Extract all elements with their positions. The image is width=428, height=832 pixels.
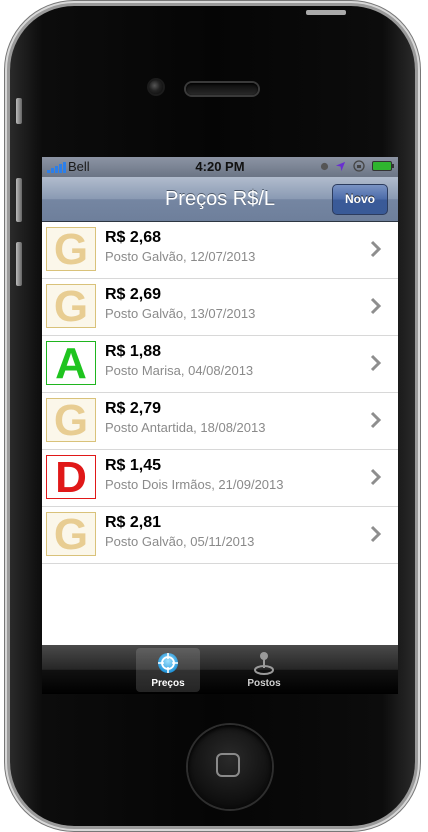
price-value: R$ 2,68 [105,229,162,246]
chevron-right-icon [370,525,382,543]
tab-label: Postos [247,678,281,689]
joystick-pin-icon [254,652,274,675]
location-arrow-icon [335,161,346,171]
orientation-lock-icon [353,160,365,172]
station-date: Posto Antartida, 18/08/2013 [105,420,266,435]
price-value: R$ 2,69 [105,286,162,303]
status-bar: Bell 4:20 PM [42,157,398,177]
battery-icon [372,161,394,171]
earpiece-speaker [186,83,258,95]
new-button[interactable]: Novo [332,184,388,215]
chevron-right-icon [370,411,382,429]
grade-badge: G [46,227,96,272]
chevron-right-icon [370,240,382,258]
price-value: R$ 1,88 [105,343,162,360]
mute-switch [16,98,22,124]
app-screen: Bell 4:20 PM Preços R$/L Novo G R$ 2,68 … [42,157,398,694]
grade-badge: G [46,284,96,329]
home-square-icon [216,753,240,777]
navigation-bar: Preços R$/L Novo [42,177,398,222]
tab-bar: Preços Postos [42,645,398,694]
front-camera [149,80,163,94]
chevron-right-icon [370,468,382,486]
list-item[interactable]: G R$ 2,68 Posto Galvão, 12/07/2013 [42,222,398,279]
list-item[interactable]: G R$ 2,81 Posto Galvão, 05/11/2013 [42,507,398,564]
price-value: R$ 2,79 [105,400,162,417]
price-value: R$ 1,45 [105,457,162,474]
target-icon [158,653,178,673]
volume-up-button [16,178,22,222]
station-date: Posto Marisa, 04/08/2013 [105,363,254,378]
sleep-button [306,10,346,15]
grade-badge: G [46,512,96,557]
grade-badge: D [46,455,96,500]
list-item[interactable]: G R$ 2,69 Posto Galvão, 13/07/2013 [42,279,398,336]
price-value: R$ 2,81 [105,514,162,531]
station-date: Posto Galvão, 12/07/2013 [105,249,256,264]
status-icons [320,160,394,172]
chevron-right-icon [370,354,382,372]
grade-badge: A [46,341,96,386]
tab-label: Preços [151,678,185,689]
volume-down-button [16,242,22,286]
tab-precos[interactable]: Preços [136,648,200,692]
price-list: G R$ 2,68 Posto Galvão, 12/07/2013 G R$ … [42,222,398,564]
lock-rotation-icon [320,162,329,170]
tab-postos[interactable]: Postos [232,648,296,692]
station-date: Posto Dois Irmãos, 21/09/2013 [105,477,284,492]
grade-badge: G [46,398,96,443]
home-button[interactable] [188,725,272,809]
station-date: Posto Galvão, 13/07/2013 [105,306,256,321]
list-item[interactable]: G R$ 2,79 Posto Antartida, 18/08/2013 [42,393,398,450]
chevron-right-icon [370,297,382,315]
list-item[interactable]: A R$ 1,88 Posto Marisa, 04/08/2013 [42,336,398,393]
list-item[interactable]: D R$ 1,45 Posto Dois Irmãos, 21/09/2013 [42,450,398,507]
station-date: Posto Galvão, 05/11/2013 [105,534,255,549]
